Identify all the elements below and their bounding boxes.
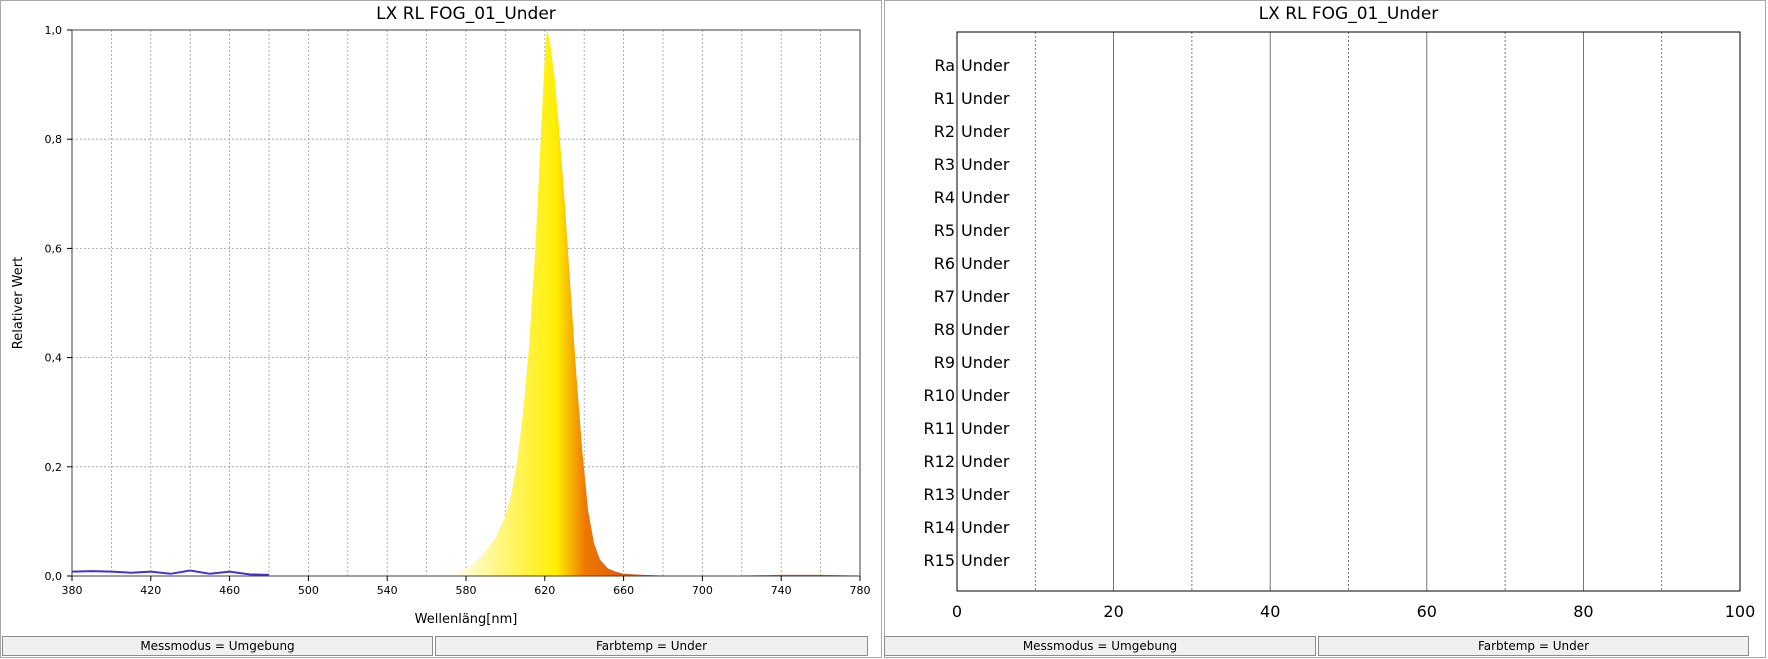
spectrum-xtick-label-540: 540	[377, 584, 398, 597]
cri-row-label-Ra: Ra	[934, 56, 955, 75]
spectrum-xtick-label-660: 660	[613, 584, 634, 597]
spectrum-xtick-label-780: 780	[850, 584, 871, 597]
spectrum-xtick-label-700: 700	[692, 584, 713, 597]
cri-row-value-R7: Under	[961, 287, 1010, 306]
cri-row-label-R2: R2	[934, 122, 955, 141]
cri-row-label-R12: R12	[924, 452, 955, 471]
cri-row-label-R9: R9	[934, 353, 955, 372]
cri-row-label-R11: R11	[924, 419, 955, 438]
spectrum-ytick-label-0,4: 0,4	[45, 352, 63, 365]
spectrum-ytick-label-0,0: 0,0	[45, 570, 63, 583]
cri-row-value-R6: Under	[961, 254, 1010, 273]
cri-row-value-R1: Under	[961, 89, 1010, 108]
spectrum-ytick-label-1,0: 1,0	[45, 24, 63, 37]
spectrum-xtick-label-500: 500	[298, 584, 319, 597]
cri-xtick-label-0: 0	[952, 602, 962, 621]
spectrum-ytick-label-0,8: 0,8	[45, 133, 63, 146]
status-mode-left: Messmodus = Umgebung	[2, 636, 433, 656]
cri-row-label-R13: R13	[924, 485, 955, 504]
cri-row-label-R3: R3	[934, 155, 955, 174]
spectrum-ytick-label-0,6: 0,6	[45, 242, 63, 255]
spectrum-ylabel: Relativer Wert	[11, 257, 26, 349]
cri-row-value-R3: Under	[961, 155, 1010, 174]
cri-row-value-R15: Under	[961, 551, 1010, 570]
cri-xtick-label-100: 100	[1725, 602, 1756, 621]
cri-title: LX RL FOG_01_Under	[1259, 4, 1439, 24]
cri-row-value-R8: Under	[961, 320, 1010, 339]
cri-row-value-R10: Under	[961, 386, 1010, 405]
cri-xtick-label-40: 40	[1260, 602, 1280, 621]
cri-row-label-R5: R5	[934, 221, 955, 240]
spectrum-title: LX RL FOG_01_Under	[376, 4, 556, 24]
cri-row-value-R13: Under	[961, 485, 1010, 504]
cri-row-label-R7: R7	[934, 287, 955, 306]
cri-row-value-R2: Under	[961, 122, 1010, 141]
spectrum-xtick-label-740: 740	[771, 584, 792, 597]
cri-row-value-R5: Under	[961, 221, 1010, 240]
left-panel-border	[0, 0, 882, 658]
cri-row-label-R10: R10	[924, 386, 955, 405]
spectrum-xtick-label-420: 420	[140, 584, 161, 597]
cri-row-label-R14: R14	[924, 518, 955, 537]
right-panel-border	[884, 0, 1766, 658]
status-colortemp-left: Farbtemp = Under	[435, 636, 868, 656]
cri-row-label-R8: R8	[934, 320, 955, 339]
cri-row-label-R6: R6	[934, 254, 955, 273]
cri-xtick-label-80: 80	[1573, 602, 1593, 621]
cri-row-label-R1: R1	[934, 89, 955, 108]
chart-stage: LX RL FOG_01_Under 380 420 460 500 540 580 620 6…	[0, 0, 1766, 658]
cri-row-value-R12: Under	[961, 452, 1010, 471]
spectrum-ytick-label-0,2: 0,2	[45, 461, 63, 474]
cri-row-value-R9: Under	[961, 353, 1010, 372]
cri-xtick-label-20: 20	[1103, 602, 1123, 621]
cri-plot-frame	[956, 31, 1741, 592]
spectrum-xtick-label-620: 620	[534, 584, 555, 597]
spectrum-xtick-label-580: 580	[456, 584, 477, 597]
status-colortemp-right: Farbtemp = Under	[1318, 636, 1749, 656]
status-mode-right: Messmodus = Umgebung	[884, 636, 1316, 656]
cri-row-value-Ra: Under	[961, 56, 1010, 75]
spectrum-xtick-label-380: 380	[62, 584, 83, 597]
cri-row-value-R14: Under	[961, 518, 1010, 537]
cri-xtick-label-60: 60	[1417, 602, 1437, 621]
cri-row-value-R4: Under	[961, 188, 1010, 207]
cri-row-label-R15: R15	[924, 551, 955, 570]
spectrum-xlabel: Wellenläng[nm]	[415, 612, 518, 627]
cri-row-label-R4: R4	[934, 188, 955, 207]
cri-row-value-R11: Under	[961, 419, 1010, 438]
spectrum-xtick-label-460: 460	[219, 584, 240, 597]
